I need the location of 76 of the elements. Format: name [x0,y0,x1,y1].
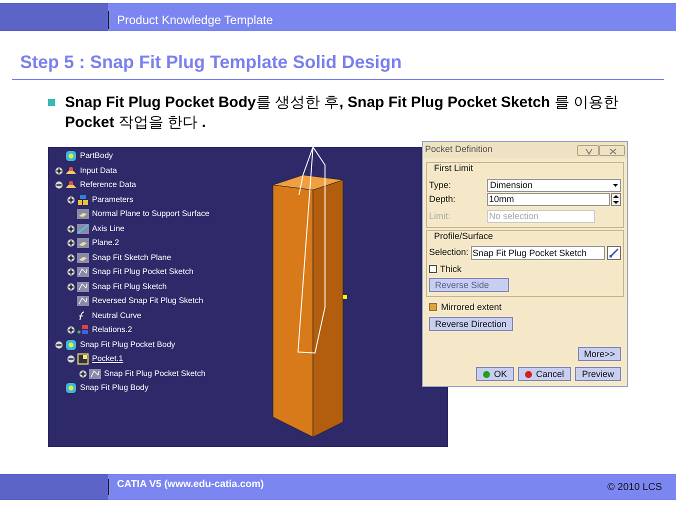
tree-item[interactable]: Plane.2 [92,237,120,250]
tree-node-icon [77,280,89,293]
tree-item[interactable]: Relations.2 [92,324,132,336]
tree-item[interactable]: Normal Plane to Support Surface [92,208,210,220]
checkbox[interactable] [429,303,437,312]
header-title: Product Knowledge Template [117,12,273,29]
tree-node-icon [65,382,77,394]
expand-icon[interactable] [66,326,74,334]
checkbox-label: Mirrored extent [441,300,502,314]
checkbox[interactable] [429,265,437,274]
close-icon[interactable] [599,144,625,156]
tree-node-icon [77,208,89,220]
more-button[interactable]: More>> [578,347,621,361]
tree-item[interactable]: Snap Fit Plug Pocket Sketch [104,368,206,380]
tree-item[interactable]: Snap Fit Plug Pocket Body [80,338,176,351]
group-title: First Limit [433,162,474,175]
dialog-button[interactable]: Cancel [518,367,571,381]
tree-node-icon [77,222,89,235]
status-dot-icon [524,370,532,378]
tree-item[interactable]: Reversed Snap Fit Plug Sketch [92,295,204,308]
spinner-icon[interactable] [611,193,621,206]
selection-field[interactable]: Snap Fit Plug Pocket Sketch [470,246,605,260]
tree-item[interactable]: Snap Fit Plug Sketch [92,280,167,293]
edit-sketch-icon[interactable] [607,246,621,260]
point-marker [343,295,347,299]
depth-field[interactable]: 10mm [487,193,610,206]
tree-item[interactable]: Snap Fit Sketch Plane [92,252,172,264]
expand-icon[interactable] [66,282,74,291]
expand-icon[interactable] [66,268,74,276]
dialog-title: Pocket Definition [425,143,493,156]
checkbox-label: Thick [440,262,462,276]
status-dot-icon [482,370,490,378]
field-label: Selection: [429,246,469,259]
tree-item[interactable]: Parameters [92,194,134,206]
collapse-icon[interactable] [66,355,74,364]
tree-node-icon [89,368,101,380]
field-label: Type: [429,178,452,192]
expand-icon[interactable] [66,239,74,248]
tree-item[interactable]: Neutral Curve [92,310,142,322]
dialog-button[interactable]: OK [476,367,514,381]
tree-item[interactable]: Pocket.1 [92,353,124,366]
field-label: Limit: [429,210,452,222]
tree-node-icon [77,252,89,264]
expand-icon[interactable] [78,370,86,378]
tree-node-icon [65,150,77,162]
tree-item[interactable]: PartBody [80,150,113,162]
tree-node-icon [77,266,89,278]
field-label: Depth: [429,193,457,206]
reverse-direction-button[interactable]: Reverse Direction [429,317,513,331]
tree-node-icon [65,164,77,177]
copyright-text: © 2010 LCS [607,480,662,494]
tree-node-icon [77,353,89,366]
expand-icon[interactable] [66,196,74,204]
tree-item[interactable]: Reference Data [80,179,136,192]
help-icon[interactable] [577,144,599,156]
bullet-text: Snap Fit Plug Pocket Body를 생성한 후, Snap Fit Plug Pocket Sketch 를 이용한 Pocket 작업을 한다 . [65,93,620,133]
tree-node-icon [65,338,77,351]
expand-icon[interactable] [66,224,74,233]
tree-item[interactable]: Input Data [80,164,117,177]
expand-icon[interactable] [54,166,62,175]
footer-text: CATIA V5 (www.edu-catia.com) [117,478,264,492]
group-title: Profile/Surface [433,230,494,243]
tree-node-icon [77,324,89,336]
tree-node-icon [77,194,89,206]
collapse-icon[interactable] [54,340,62,349]
type-dropdown[interactable]: Dimension [487,178,621,192]
expand-icon[interactable] [66,254,74,262]
tree-item[interactable]: Axis Line [92,222,124,235]
collapse-icon[interactable] [54,181,62,190]
tree-node-icon [77,237,89,250]
tree-item[interactable]: Snap Fit Plug Body [80,382,148,394]
tree-item[interactable]: Snap Fit Plug Pocket Sketch [92,266,194,278]
bullet-icon [48,99,55,106]
tree-node-icon [77,295,89,308]
slide-title: Step 5 : Snap Fit Plug Template Solid Design [19,51,403,73]
dialog-button[interactable]: Preview [574,367,621,381]
